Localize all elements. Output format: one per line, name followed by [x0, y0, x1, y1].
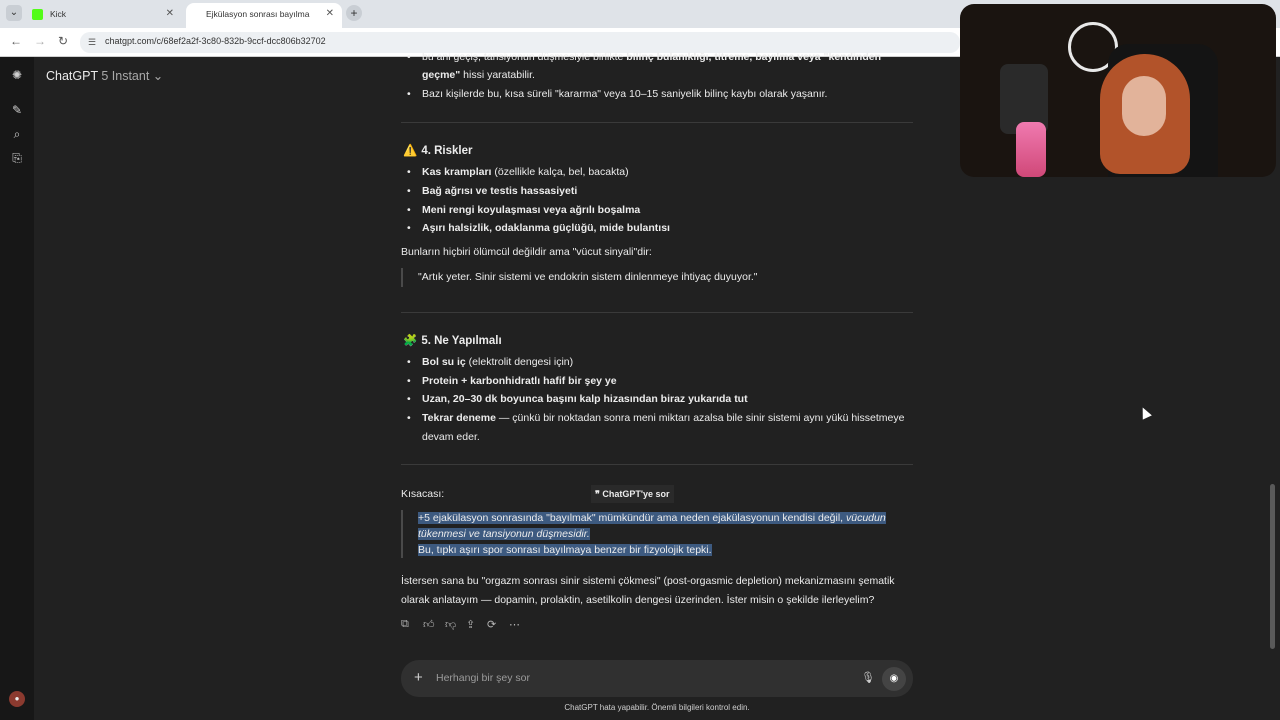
summary-blockquote: +5 ejakülasyon sonrasında "bayılmak" müm…: [401, 510, 901, 558]
divider: [401, 464, 913, 465]
voice-mode-icon[interactable]: ◉: [882, 667, 906, 691]
list-item: Bol su iç (elektrolit dengesi için): [407, 353, 574, 372]
site-info-icon[interactable]: ☰: [88, 37, 96, 48]
pink-lamp: [1016, 122, 1046, 177]
thumbs-down-icon[interactable]: 👎︎: [445, 618, 456, 631]
tab-search-button[interactable]: ⌄: [6, 5, 22, 21]
list-item-bold: Bağ ağrısı ve testis hassasiyeti: [422, 185, 578, 197]
list-item: Uzan, 20–30 dk boyunca başını kalp hizas…: [407, 390, 748, 409]
model-selector[interactable]: ChatGPT 5 Instant ⌄: [46, 68, 163, 83]
list-item: Protein + karbonhidratlı hafif bir şey y…: [407, 372, 617, 391]
close-icon[interactable]: ✕: [166, 3, 174, 25]
warning-icon: ⚠️: [403, 145, 418, 157]
paragraph: olarak anlatayım — dopamin, prolaktin, a…: [401, 594, 875, 606]
summary-italic: tükenmesi ve tansiyonun düşmesidir.: [418, 528, 590, 540]
add-attachment-icon[interactable]: +: [414, 669, 423, 686]
new-tab-button[interactable]: +: [346, 5, 362, 21]
blockquote: "Artık yeter. Sinir sistemi ve endokrin …: [401, 268, 758, 287]
webcam-overlay: [960, 4, 1276, 177]
list-item-text: (özellikle kalça, bel, bacakta): [491, 166, 629, 178]
reload-icon[interactable]: ↻: [58, 34, 68, 48]
url-text: chatgpt.com/c/68ef2a2f-3c80-832b-9ccf-dc…: [105, 36, 326, 46]
list-item: Meni rengi koyulaşması veya ağrılı boşal…: [407, 201, 641, 220]
copy-icon[interactable]: ⧉: [401, 618, 409, 631]
list-item-continuation: geçme" hissi yaratabilir.: [422, 66, 535, 85]
kick-favicon-icon: [32, 9, 43, 20]
back-icon[interactable]: ←: [10, 34, 22, 48]
model-name: ChatGPT: [46, 69, 98, 83]
ask-chatgpt-button[interactable]: ❞ ChatGPT'ye sor: [591, 485, 674, 503]
summary-label: Kısacası:: [401, 488, 445, 500]
list-item-bold: geçme": [422, 69, 461, 81]
divider: [401, 312, 913, 313]
section-title: 4. Riskler: [421, 145, 473, 157]
summary-text: +5 ejakülasyon sonrasında "bayılmak" müm…: [418, 512, 846, 524]
list-item-text: bu ani geçiş, tansiyonun düşmesiyle birl…: [422, 51, 627, 63]
list-item-bold: Bol su iç: [422, 356, 466, 368]
list-item-text: (elektrolit dengesi için): [465, 356, 574, 368]
list-item-text: hissi yaratabilir.: [460, 69, 535, 81]
microphone-icon[interactable]: 🎙︎: [861, 671, 875, 684]
divider: [401, 122, 913, 123]
list-item: Aşırı halsizlik, odaklanma güçlüğü, mide…: [407, 219, 670, 238]
scrollbar[interactable]: [1270, 484, 1275, 649]
list-item-text: — çünkü bir noktadan sonra meni miktarı …: [495, 412, 905, 424]
thumbs-up-icon[interactable]: 👍︎: [423, 618, 435, 631]
search-icon[interactable]: ⌕: [9, 126, 25, 142]
mouse-cursor-icon: [1138, 405, 1152, 420]
disclaimer: ChatGPT hata yapabilir. Önemli bilgileri…: [564, 703, 750, 712]
section-title: 5. Ne Yapılmalı: [421, 335, 502, 347]
list-item: Tekrar deneme — çünkü bir noktadan sonra…: [407, 409, 913, 428]
composer: + Herhangi bir şey sor 🎙︎ ◉: [401, 660, 913, 697]
puzzle-icon: 🧩: [403, 335, 418, 347]
forward-icon[interactable]: →: [34, 34, 46, 48]
paragraph: İstersen sana bu "orgazm sonrası sinir s…: [401, 575, 895, 587]
tab-kick[interactable]: Kick ✕: [26, 3, 182, 28]
list-item: bu ani geçiş, tansiyonun düşmesiyle birl…: [407, 48, 881, 67]
section-heading: 🧩 5. Ne Yapılmalı: [403, 332, 502, 351]
chevron-down-icon: ⌄: [152, 69, 164, 83]
summary-text: Bu, tıpkı aşırı spor sonrası bayılmaya b…: [418, 544, 712, 556]
list-item: Kas krampları (özellikle kalça, bel, bac…: [407, 163, 629, 182]
sidebar-rail: ✺ ✎ ⌕ ⎘ ●: [0, 57, 34, 720]
regenerate-icon[interactable]: ⟳: [487, 618, 496, 631]
avatar[interactable]: ●: [9, 691, 25, 707]
list-item: Bağ ağrısı ve testis hassasiyeti: [407, 182, 578, 201]
more-icon[interactable]: ⋯: [509, 618, 520, 631]
list-item: Bazı kişilerde bu, kısa süreli "kararma"…: [407, 85, 828, 104]
share-icon[interactable]: ⇪: [466, 618, 475, 631]
list-item-bold: Tekrar deneme: [422, 412, 496, 424]
model-version: 5 Instant: [101, 69, 150, 83]
tab-label: Ejkülasyon sonrası bayılma: [206, 9, 310, 19]
new-chat-icon[interactable]: ✎: [9, 102, 25, 118]
ask-chatgpt-label: ChatGPT'ye sor: [602, 489, 670, 499]
library-icon[interactable]: ⎘: [9, 150, 25, 166]
list-item-bold: Kas krampları: [422, 166, 492, 178]
list-item-bold: Meni rengi koyulaşması veya ağrılı boşal…: [422, 204, 641, 216]
tab-chatgpt[interactable]: Ejkülasyon sonrası bayılma ✕: [186, 3, 342, 28]
streamer-face: [1122, 76, 1166, 136]
list-item-bold: Aşırı halsizlik, odaklanma güçlüğü, mide…: [422, 222, 670, 234]
summary-italic: vücudun: [846, 512, 886, 524]
list-item-bold: Uzan, 20–30 dk boyunca başını kalp hizas…: [422, 393, 748, 405]
list-item-continuation: devam eder.: [422, 431, 480, 443]
prompt-input[interactable]: Herhangi bir şey sor: [436, 672, 530, 684]
close-icon[interactable]: ✕: [326, 3, 334, 25]
list-item-bold: Protein + karbonhidratlı hafif bir şey y…: [422, 375, 617, 387]
tab-label: Kick: [50, 9, 67, 19]
section-heading: ⚠️ 4. Riskler: [403, 142, 472, 161]
openai-logo-icon[interactable]: ✺: [9, 67, 25, 83]
paragraph: Bunların hiçbiri ölümcül değildir ama "v…: [401, 246, 652, 258]
list-item-bold: bilinç bulanıklığı, titreme, bayılma vey…: [626, 51, 881, 63]
